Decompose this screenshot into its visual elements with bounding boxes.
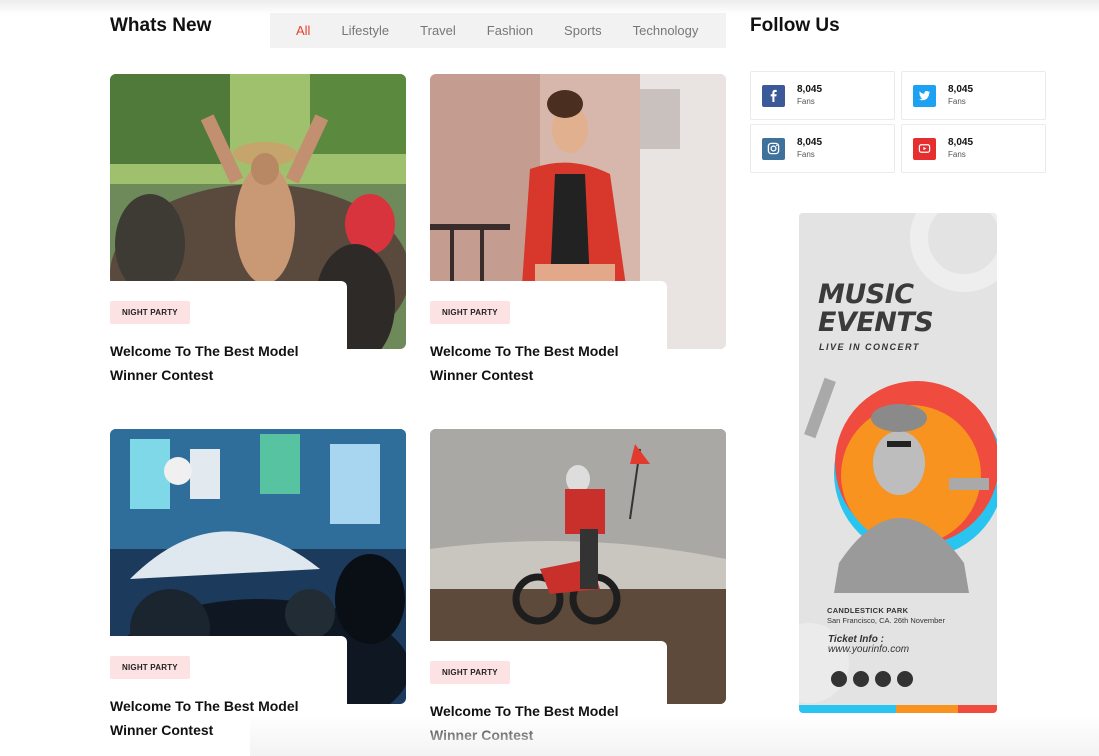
tab-all[interactable]: All <box>296 23 310 38</box>
ad-ticket-url: www.yourinfo.com <box>828 644 910 655</box>
card-caption: NIGHT PARTY Welcome To The Best Model Wi… <box>110 281 347 401</box>
category-tabs: All Lifestyle Travel Fashion Sports Tech… <box>270 13 726 48</box>
twitter-icon <box>913 84 936 107</box>
follower-unit: Fans <box>797 97 815 106</box>
ad-social-icons <box>831 671 913 687</box>
twitter-follow[interactable]: 8,045 Fans <box>901 71 1046 120</box>
tab-travel[interactable]: Travel <box>420 23 456 38</box>
card-caption: NIGHT PARTY Welcome To The Best Model Wi… <box>110 636 347 756</box>
ad-stripe-orange <box>896 705 958 713</box>
card-caption: NIGHT PARTY Welcome To The Best Model Wi… <box>430 641 667 756</box>
twitter-icon <box>875 671 891 687</box>
card-title[interactable]: Welcome To The Best Model Winner Contest <box>430 339 660 387</box>
follower-count: 8,045 <box>797 84 823 95</box>
category-badge[interactable]: NIGHT PARTY <box>430 661 510 684</box>
ad-address: San Francisco, CA. 26th November <box>827 616 945 625</box>
ad-stripe-red <box>958 705 997 713</box>
follower-count: 8,045 <box>948 84 974 95</box>
card-caption: NIGHT PARTY Welcome To The Best Model Wi… <box>430 281 667 401</box>
music-events-ad[interactable]: MUSIC EVENTS LIVE IN CONCERT CANDLESTICK… <box>799 213 997 713</box>
card-title[interactable]: Welcome To The Best Model Winner Contest <box>430 699 660 747</box>
youtube-icon <box>913 137 936 160</box>
instagram-icon <box>762 137 785 160</box>
ad-headline-2: EVENTS <box>818 307 934 338</box>
ad-venue: CANDLESTICK PARK <box>827 606 909 615</box>
follow-us-title: Follow Us <box>750 15 840 36</box>
facebook-icon <box>762 84 785 107</box>
facebook-follow[interactable]: 8,045 Fans <box>750 71 895 120</box>
section-title: Whats New <box>110 15 212 36</box>
ad-subheadline: LIVE IN CONCERT <box>819 342 920 352</box>
category-badge[interactable]: NIGHT PARTY <box>110 301 190 324</box>
tab-sports[interactable]: Sports <box>564 23 602 38</box>
card-title[interactable]: Welcome To The Best Model Winner Contest <box>110 694 340 742</box>
category-badge[interactable]: NIGHT PARTY <box>110 656 190 679</box>
top-shadow <box>0 0 1099 14</box>
follower-count: 8,045 <box>797 137 823 148</box>
follower-unit: Fans <box>797 150 815 159</box>
whatsapp-icon <box>897 671 913 687</box>
youtube-follow[interactable]: 8,045 Fans <box>901 124 1046 173</box>
category-badge[interactable]: NIGHT PARTY <box>430 301 510 324</box>
instagram-follow[interactable]: 8,045 Fans <box>750 124 895 173</box>
facebook-icon <box>853 671 869 687</box>
tab-fashion[interactable]: Fashion <box>487 23 533 38</box>
ad-stripe-blue <box>799 705 896 713</box>
tab-lifestyle[interactable]: Lifestyle <box>341 23 389 38</box>
tab-technology[interactable]: Technology <box>633 23 699 38</box>
follower-unit: Fans <box>948 150 966 159</box>
bottom-fade <box>250 716 1099 756</box>
follower-count: 8,045 <box>948 137 974 148</box>
follower-unit: Fans <box>948 97 966 106</box>
card-title[interactable]: Welcome To The Best Model Winner Contest <box>110 339 340 387</box>
instagram-icon <box>831 671 847 687</box>
ad-headline-1: MUSIC <box>818 279 914 310</box>
page: Whats New All Lifestyle Travel Fashion S… <box>0 0 1099 756</box>
